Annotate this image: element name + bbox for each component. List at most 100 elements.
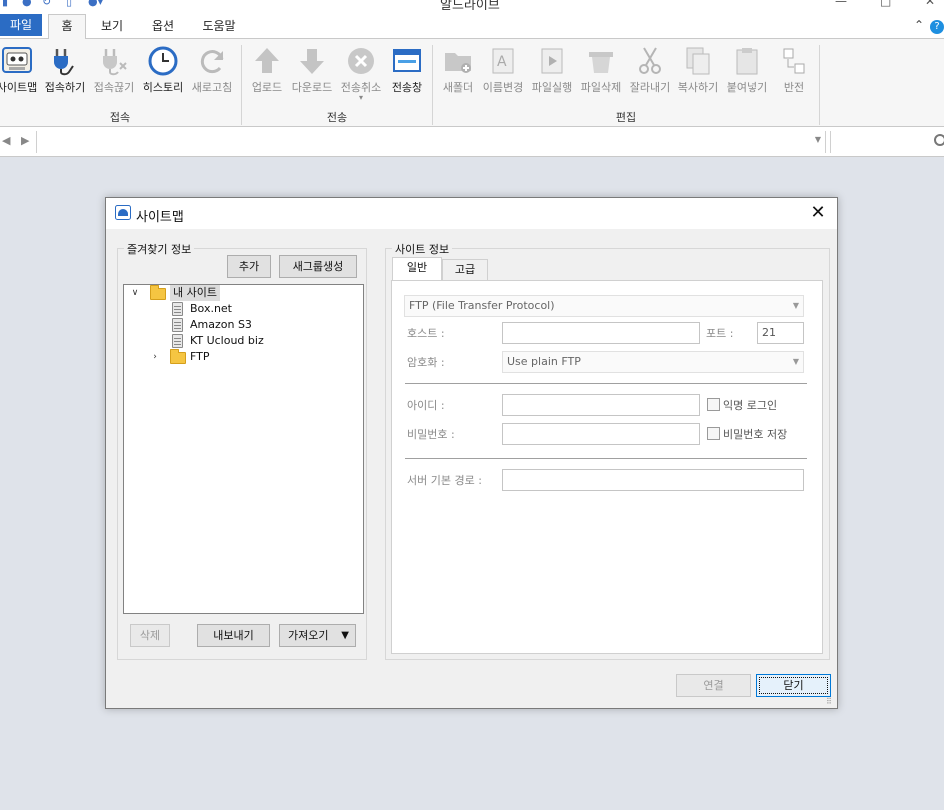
search-input[interactable] <box>830 131 944 153</box>
tab-options[interactable]: 옵션 <box>145 17 181 39</box>
add-button[interactable]: 추가 <box>227 255 271 278</box>
history-label: 히스토리 <box>142 81 184 94</box>
close-dialog-button[interactable]: 닫기 <box>756 674 831 697</box>
chevron-right-icon[interactable]: › <box>150 349 160 365</box>
tree-node-kt-ucloud[interactable]: KT Ucloud biz <box>172 333 352 349</box>
quick-access-icon[interactable]: ▮ <box>2 0 8 8</box>
new-group-button[interactable]: 새그룹생성 <box>279 255 357 278</box>
chevron-down-icon[interactable]: ∨ <box>130 285 140 301</box>
trash-icon <box>589 52 613 73</box>
forward-icon[interactable]: ▶ <box>21 134 29 147</box>
copy-button[interactable]: 복사하기 <box>675 45 721 103</box>
refresh-button[interactable]: 새로고침 <box>189 45 235 103</box>
tab-home[interactable]: 홈 <box>48 14 86 40</box>
general-tab-panel: FTP (File Transfer Protocol) ▼ 호스트 : 포트 … <box>391 280 823 654</box>
resize-grip-icon[interactable]: ⠿ <box>826 697 835 706</box>
new-folder-label: 새폴더 <box>442 81 474 94</box>
collapse-ribbon-icon[interactable]: ⌃ <box>914 18 924 32</box>
new-folder-button[interactable]: 새폴더 <box>438 45 478 103</box>
delete-button[interactable]: 삭제 <box>130 624 170 647</box>
history-button[interactable]: 히스토리 <box>139 45 187 103</box>
new-folder-icon <box>445 53 471 73</box>
invert-selection-button[interactable]: 반전 <box>775 45 813 103</box>
quick-access-doc-icon[interactable]: ▯ <box>66 0 72 8</box>
server-path-field[interactable] <box>502 469 804 491</box>
paste-button[interactable]: 붙여넣기 <box>723 45 771 103</box>
scissors-icon <box>639 47 661 74</box>
cut-button[interactable]: 잘라내기 <box>627 45 673 103</box>
tree-node-box[interactable]: Box.net <box>172 301 352 317</box>
cancel-transfer-button[interactable]: 전송취소 ▾ <box>337 45 385 103</box>
tab-file[interactable]: 파일 <box>0 14 42 36</box>
plug-icon <box>54 49 74 76</box>
chevron-down-icon[interactable]: ▼ <box>815 135 821 144</box>
back-icon[interactable]: ◀ <box>2 134 10 147</box>
disconnect-label: 접속끊기 <box>93 81 135 94</box>
transfer-window-button[interactable]: 전송창 <box>387 45 427 103</box>
protocol-select[interactable]: FTP (File Transfer Protocol) ▼ <box>404 295 804 317</box>
run-file-icon <box>541 48 563 74</box>
favorites-legend: 즐겨찾기 정보 <box>124 241 195 257</box>
search-icon[interactable] <box>934 134 944 146</box>
tab-view[interactable]: 보기 <box>94 17 130 39</box>
upload-button[interactable]: 업로드 <box>247 45 287 103</box>
connect-button[interactable]: 접속하기 <box>42 45 88 103</box>
connect-label: 접속하기 <box>44 81 86 94</box>
tree-node-ftp[interactable]: › FTP <box>150 349 330 365</box>
cancel-circle-icon <box>348 48 374 74</box>
port-field[interactable]: 21 <box>757 322 804 344</box>
tree-node-label: Box.net <box>190 302 232 315</box>
quick-access-mouse-icon[interactable]: ● <box>22 0 32 8</box>
tree-node-label: Amazon S3 <box>190 318 252 331</box>
tab-advanced[interactable]: 고급 <box>442 259 488 281</box>
chevron-down-icon: ▼ <box>792 301 799 310</box>
download-button[interactable]: 다운로드 <box>289 45 335 103</box>
close-icon[interactable]: ✕ <box>807 202 829 223</box>
tree-node-label: FTP <box>190 350 210 363</box>
tab-help[interactable]: 도움말 <box>196 17 242 39</box>
export-button[interactable]: 내보내기 <box>197 624 270 647</box>
password-field[interactable] <box>502 423 700 445</box>
tree-node-my-sites[interactable]: ∨ 내 사이트 <box>130 285 360 301</box>
dialog-title: 사이트맵 <box>136 210 184 225</box>
tree-node-label: 내 사이트 <box>170 285 220 301</box>
site-info-legend: 사이트 정보 <box>392 241 453 257</box>
import-button[interactable]: 가져오기 ▼ <box>279 624 356 647</box>
id-label: 아이디 : <box>407 399 445 412</box>
run-file-button[interactable]: 파일실행 <box>528 45 576 103</box>
rename-icon: A <box>492 48 514 74</box>
server-icon <box>172 334 183 348</box>
delete-file-button[interactable]: 파일삭제 <box>577 45 625 103</box>
invert-selection-icon <box>783 48 805 74</box>
minimize-icon[interactable]: — <box>835 0 847 8</box>
transfer-window-label: 전송창 <box>391 81 423 94</box>
site-tree[interactable]: ∨ 내 사이트 Box.net Amazon S3 KT Ucloud biz … <box>123 284 364 614</box>
quick-access-refresh-icon[interactable]: ↻ <box>42 0 51 8</box>
transfer-window-icon <box>393 49 421 72</box>
divider <box>405 383 807 384</box>
rename-button[interactable]: A 이름변경 <box>480 45 526 103</box>
window-close-icon[interactable]: ✕ <box>925 0 935 8</box>
save-password-checkbox[interactable] <box>707 427 720 440</box>
sitemap-button[interactable]: 사이트맵 <box>0 45 38 103</box>
chevron-down-icon: ▼ <box>792 357 799 366</box>
connect-dialog-button[interactable]: 연결 <box>676 674 751 697</box>
help-icon[interactable]: ? <box>930 20 944 34</box>
disconnect-button[interactable]: 접속끊기 <box>90 45 138 103</box>
tab-general[interactable]: 일반 <box>392 257 442 281</box>
tree-node-amazon-s3[interactable]: Amazon S3 <box>172 317 352 333</box>
path-input[interactable]: ▼ <box>36 131 826 153</box>
quick-access-help-icon[interactable]: ●▾ <box>88 0 103 8</box>
host-label: 호스트 : <box>407 327 445 340</box>
window-title-bar: ▮ ● ↻ ▯ ●▾ 알드라이브 — □ ✕ <box>0 0 944 10</box>
anonymous-login-checkbox[interactable] <box>707 398 720 411</box>
host-field[interactable] <box>502 322 700 344</box>
sitemap-dialog: 사이트맵 ✕ 즐겨찾기 정보 추가 새그룹생성 ∨ 내 사이트 Box.net … <box>105 197 838 709</box>
maximize-icon[interactable]: □ <box>880 0 891 8</box>
sitemap-icon <box>2 47 32 73</box>
run-file-label: 파일실행 <box>531 81 573 94</box>
id-field[interactable] <box>502 394 700 416</box>
encryption-select[interactable]: Use plain FTP ▼ <box>502 351 804 373</box>
group-separator <box>819 45 820 125</box>
divider <box>405 458 807 459</box>
